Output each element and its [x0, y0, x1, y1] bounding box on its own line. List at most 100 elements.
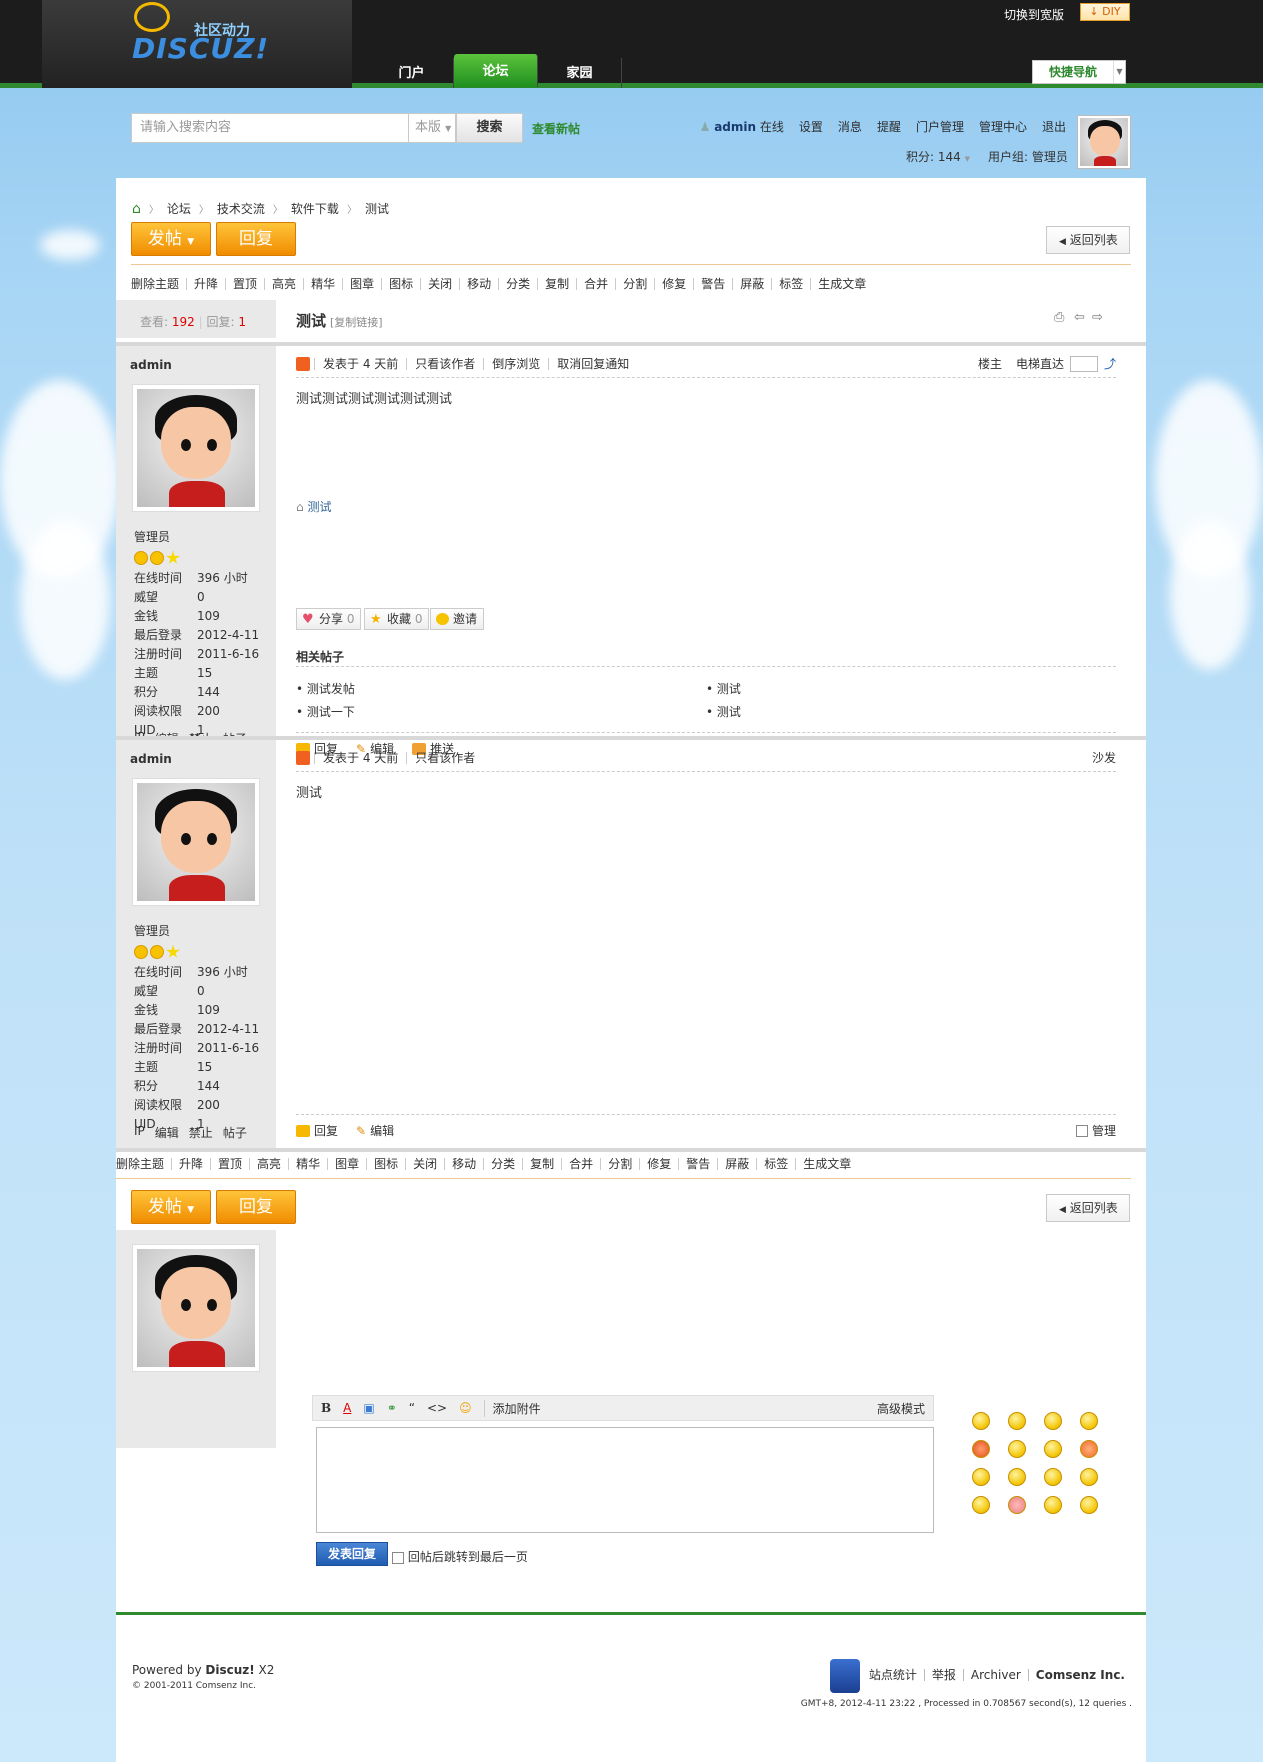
tongue-icon[interactable] [1008, 1468, 1026, 1486]
jump-go-icon[interactable]: ⤴ [1104, 355, 1116, 372]
wink-icon[interactable] [972, 1496, 990, 1514]
share-button[interactable]: ♥ 分享 0 [296, 608, 362, 630]
manage-checkbox[interactable]: 管理 [1075, 1122, 1116, 1139]
mod-article[interactable]: 生成文章 [810, 278, 873, 290]
post2-author-name[interactable]: admin [130, 752, 172, 766]
post2-edit[interactable]: ✎ 编辑 [356, 1122, 394, 1139]
search-input[interactable]: 请输入搜索内容 [131, 113, 409, 143]
related-item[interactable]: • 测试一下 [296, 703, 706, 720]
text-color-icon[interactable]: A [343, 1401, 351, 1415]
mod-bump[interactable]: 升降 [171, 1158, 210, 1170]
home-icon[interactable]: ⌂ [132, 201, 141, 217]
mod-copy[interactable]: 复制 [522, 1158, 561, 1170]
post2-only-author[interactable]: 只看该作者 [406, 751, 483, 764]
mod-copy[interactable]: 复制 [537, 278, 576, 290]
mod-warn[interactable]: 警告 [693, 278, 732, 290]
powered-brand[interactable]: Discuz! [205, 1663, 254, 1677]
bold-icon[interactable]: B [321, 1401, 331, 1415]
footer-company-link[interactable]: Comsenz Inc. [1027, 1669, 1132, 1681]
mod-highlight[interactable]: 高亮 [249, 1158, 288, 1170]
mod-stamp[interactable]: 图章 [327, 1158, 366, 1170]
post1-tag[interactable]: ⌂ 测试 [296, 498, 331, 515]
footer-archiver-link[interactable]: Archiver [962, 1669, 1028, 1681]
mod-icon[interactable]: 图标 [366, 1158, 405, 1170]
user-link-notices[interactable]: 提醒 [868, 120, 908, 134]
view-new-link[interactable]: 查看新帖 [532, 120, 580, 137]
checkbox[interactable] [1075, 1124, 1088, 1137]
mod-ban[interactable]: 屏蔽 [732, 278, 771, 290]
site-logo[interactable]: 社区动力 DISCUZ! [132, 2, 272, 66]
breadcrumb-tech[interactable]: 技术交流 [217, 200, 265, 217]
user-score[interactable]: 积分: 144 ▼ [906, 148, 970, 165]
sweat-icon[interactable] [1044, 1468, 1062, 1486]
mod-move[interactable]: 移动 [444, 1158, 483, 1170]
post2-reply[interactable]: 回复 [296, 1122, 338, 1139]
mod-delete[interactable]: 删除主题 [116, 1158, 171, 1170]
checkbox[interactable] [392, 1551, 404, 1564]
mod-bump[interactable]: 升降 [186, 278, 225, 290]
user-link-messages[interactable]: 消息 [829, 120, 869, 134]
related-item[interactable]: • 测试 [706, 703, 1116, 720]
post1-only-author[interactable]: 只看该作者 [406, 357, 483, 370]
advanced-mode-link[interactable]: 高级模式 [877, 1400, 925, 1417]
mod-split[interactable]: 分割 [615, 278, 654, 290]
mod-delete[interactable]: 删除主题 [131, 278, 186, 290]
post2-author-avatar[interactable] [132, 778, 260, 906]
reply-textarea[interactable] [316, 1427, 934, 1533]
emoji-icon[interactable]: ☺ [459, 1401, 472, 1415]
mod-stick[interactable]: 置顶 [225, 278, 264, 290]
nav-portal[interactable]: 门户 [370, 58, 454, 88]
user-link-settings[interactable]: 设置 [790, 120, 830, 134]
print-icon[interactable]: ⎙ [1054, 310, 1064, 325]
breadcrumb-software[interactable]: 软件下载 [291, 200, 339, 217]
switch-wide-link[interactable]: 切换到宽版 [1004, 6, 1064, 23]
mod-close[interactable]: 关闭 [420, 278, 459, 290]
post1-cancel-notify[interactable]: 取消回复通知 [548, 357, 637, 370]
back-to-list-button-bottom[interactable]: ◀ 返回列表 [1046, 1194, 1130, 1222]
mod-move[interactable]: 移动 [459, 278, 498, 290]
author-ip-link[interactable]: IP [134, 1124, 145, 1141]
prev-thread-icon[interactable]: ⇦ [1074, 310, 1085, 325]
mod-warn[interactable]: 警告 [678, 1158, 717, 1170]
mod-stick[interactable]: 置顶 [210, 1158, 249, 1170]
user-link-logout[interactable]: 退出 [1033, 120, 1073, 134]
mod-article[interactable]: 生成文章 [795, 1158, 858, 1170]
mod-merge[interactable]: 合并 [561, 1158, 600, 1170]
footer-report-link[interactable]: 举报 [923, 1669, 963, 1681]
mod-split[interactable]: 分割 [600, 1158, 639, 1170]
mod-type[interactable]: 分类 [483, 1158, 522, 1170]
author-ban-link[interactable]: 禁止 [189, 1124, 213, 1141]
code-icon[interactable]: <> [427, 1401, 447, 1415]
post1-reverse[interactable]: 倒序浏览 [483, 357, 548, 370]
mod-repair[interactable]: 修复 [654, 278, 693, 290]
sad-icon[interactable] [1008, 1412, 1026, 1430]
dizzy-icon[interactable] [1044, 1496, 1062, 1514]
mod-stamp[interactable]: 图章 [342, 278, 381, 290]
author-group[interactable]: 管理员 [134, 528, 259, 545]
submit-reply-button[interactable]: 发表回复 [316, 1542, 388, 1566]
laugh-icon[interactable] [972, 1468, 990, 1486]
quick-reply-avatar[interactable] [132, 1244, 260, 1372]
angry-icon[interactable] [972, 1440, 990, 1458]
nav-home[interactable]: 家园 [538, 58, 622, 88]
post1-author-name[interactable]: admin [130, 358, 172, 372]
favorite-button[interactable]: ★ 收藏 0 [364, 608, 430, 630]
link-icon[interactable]: ⚭ [387, 1401, 397, 1415]
attach-link[interactable]: 添加附件 [483, 1399, 541, 1417]
mod-merge[interactable]: 合并 [576, 278, 615, 290]
invite-button[interactable]: 邀请 [430, 608, 485, 630]
grin-icon[interactable] [1080, 1468, 1098, 1486]
related-item[interactable]: • 测试 [706, 680, 1116, 697]
copy-link[interactable]: [复制链接] [330, 314, 383, 330]
mod-repair[interactable]: 修复 [639, 1158, 678, 1170]
search-scope-select[interactable]: 本版 ▼ [408, 113, 456, 143]
mod-ban[interactable]: 屏蔽 [717, 1158, 756, 1170]
mod-digest[interactable]: 精华 [303, 278, 342, 290]
author-posts-link[interactable]: 帖子 [223, 1124, 247, 1141]
user-link-admin-center[interactable]: 管理中心 [970, 120, 1034, 134]
smiley-icon[interactable] [972, 1412, 990, 1430]
image-icon[interactable]: ▣ [363, 1401, 374, 1415]
new-post-button[interactable]: 发帖 ▼ [131, 222, 211, 256]
love-icon[interactable] [1080, 1440, 1098, 1458]
user-name-link[interactable]: admin [714, 120, 756, 134]
